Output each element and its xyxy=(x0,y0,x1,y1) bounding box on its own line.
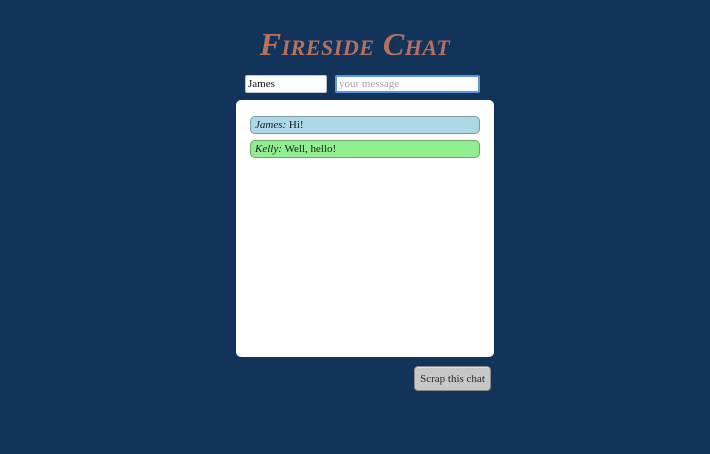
message-text: Hi! xyxy=(288,119,304,131)
message-author: James: xyxy=(255,119,287,131)
name-input[interactable] xyxy=(245,75,327,93)
message-text: Well, hello! xyxy=(284,143,337,155)
chat-log: James: Hi! Kelly: Well, hello! xyxy=(236,100,494,357)
message-input[interactable] xyxy=(335,75,480,93)
message-author: Kelly: xyxy=(255,143,282,155)
page-title: Fireside Chat xyxy=(259,26,451,62)
chat-message: Kelly: Well, hello! xyxy=(250,140,480,158)
chat-message: James: Hi! xyxy=(250,116,480,134)
scrap-chat-button[interactable]: Scrap this chat xyxy=(414,366,491,391)
